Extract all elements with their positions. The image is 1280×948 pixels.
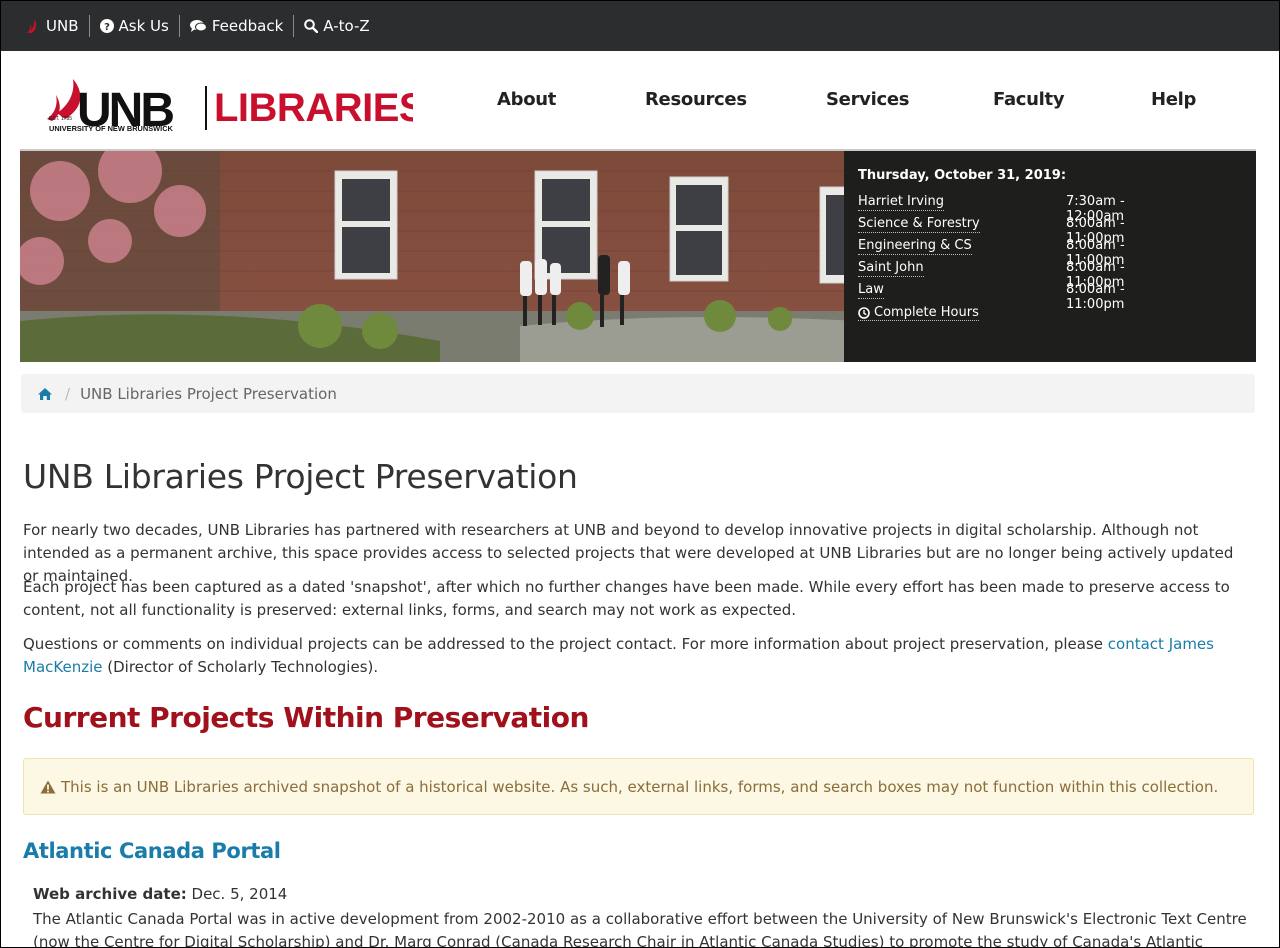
hours-library-link[interactable]: Science & Forestry <box>858 216 980 233</box>
complete-hours-label: Complete Hours <box>874 305 979 320</box>
alert-text: This is an UNB Libraries archived snapsh… <box>61 777 1219 796</box>
nav-services[interactable]: Services <box>826 89 909 110</box>
hours-row: Engineering & CS 8:00am - 11:00pm <box>858 238 1178 268</box>
main-nav: About Resources Services Faculty Help <box>1 89 1279 113</box>
contact-text: Questions or comments on individual proj… <box>23 635 1108 653</box>
logo-est: EST. 1785 <box>49 116 72 122</box>
site-header: UNB EST. 1785 UNIVERSITY OF NEW BRUNSWIC… <box>1 51 1279 149</box>
project-archive-date: Web archive date: Dec. 5, 2014 <box>33 885 287 903</box>
nav-resources[interactable]: Resources <box>645 89 747 110</box>
svg-text:?: ? <box>104 22 110 33</box>
search-icon <box>304 19 319 33</box>
hours-library-link[interactable]: Engineering & CS <box>858 238 972 255</box>
ask-us-label: Ask Us <box>118 17 169 35</box>
home-icon <box>38 387 52 400</box>
logo-university: UNIVERSITY OF NEW BRUNSWICK <box>49 124 174 133</box>
breadcrumb: / UNB Libraries Project Preservation <box>21 374 1255 413</box>
contact-paragraph: Questions or comments on individual proj… <box>23 633 1253 679</box>
nav-faculty[interactable]: Faculty <box>993 89 1065 110</box>
archive-date-value: Dec. 5, 2014 <box>191 885 288 903</box>
breadcrumb-home-link[interactable] <box>37 387 53 401</box>
clock-icon <box>858 306 870 319</box>
library-hours-panel: Thursday, October 31, 2019: Harriet Irvi… <box>844 151 1256 362</box>
hours-row: Law 8:00am - 11:00pm <box>858 282 1178 312</box>
warning-icon <box>40 780 56 794</box>
hours-library-link[interactable]: Law <box>858 282 884 299</box>
unb-link[interactable]: UNB <box>27 17 89 35</box>
snapshot-paragraph: Each project has been captured as a date… <box>23 578 1230 619</box>
hours-library-link[interactable]: Harriet Irving <box>858 194 945 211</box>
nav-help[interactable]: Help <box>1151 89 1196 110</box>
unb-sail-icon <box>27 19 37 33</box>
unb-link-label: UNB <box>46 17 79 35</box>
breadcrumb-current: UNB Libraries Project Preservation <box>80 384 337 403</box>
hours-library-link[interactable]: Saint John <box>858 260 924 277</box>
section-title: Current Projects Within Preservation <box>23 701 589 734</box>
hours-row: Science & Forestry 8:00am - 11:00pm <box>858 216 1178 246</box>
contact-suffix: (Director of Scholarly Technologies). <box>102 658 379 676</box>
page-title: UNB Libraries Project Preservation <box>23 457 578 496</box>
hours-date: Thursday, October 31, 2019: <box>858 168 1067 183</box>
page: UNB ? Ask Us Feedback A-to-Z UNB EST. 17… <box>0 0 1280 948</box>
feedback-link[interactable]: Feedback <box>180 17 293 35</box>
hours-row: Saint John 8:00am - 11:00pm <box>858 260 1178 290</box>
archive-date-label: Web archive date: <box>33 885 187 903</box>
project-title-link[interactable]: Atlantic Canada Portal <box>23 839 281 863</box>
a-to-z-label: A-to-Z <box>323 17 370 35</box>
ask-us-link[interactable]: ? Ask Us <box>90 17 179 35</box>
utility-bar: UNB ? Ask Us Feedback A-to-Z <box>1 1 1279 51</box>
comments-icon <box>189 20 207 32</box>
project-description: The Atlantic Canada Portal was in active… <box>33 910 1247 948</box>
archive-warning-alert: This is an UNB Libraries archived snapsh… <box>23 758 1254 815</box>
question-circle-icon: ? <box>99 19 114 33</box>
nav-about[interactable]: About <box>497 89 556 110</box>
complete-hours-link[interactable]: Complete Hours <box>858 305 979 321</box>
breadcrumb-separator: / <box>65 384 71 403</box>
feedback-label: Feedback <box>211 17 284 35</box>
a-to-z-link[interactable]: A-to-Z <box>294 17 379 35</box>
hours-row: Harriet Irving 7:30am - 12:00am <box>858 194 1178 224</box>
hours-time: 8:00am - 11:00pm <box>1066 282 1125 312</box>
